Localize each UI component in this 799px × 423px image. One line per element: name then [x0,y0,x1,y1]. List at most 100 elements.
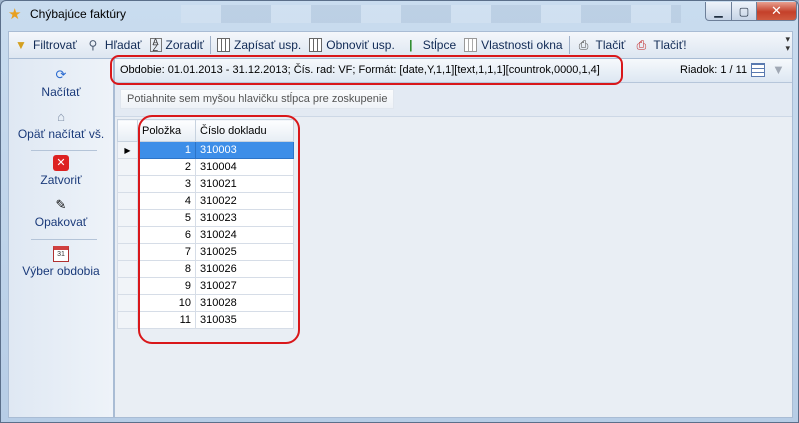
table-row[interactable]: 11 310035 [117,311,294,329]
title-bar[interactable]: ★ Chýbajúce faktúry ▁ ▢ ✕ [1,1,798,29]
funnel-icon[interactable]: ▼ [772,62,786,77]
sidebar-item-load[interactable]: ⟳ Načítať [9,67,113,99]
row-selector[interactable] [117,226,138,244]
close-window-button[interactable]: ✕ [756,2,797,21]
close-icon: ✕ [53,155,69,171]
row-selector[interactable]: ▶ [117,141,138,159]
toolbar-save-layout-label: Zapísať usp. [234,38,302,52]
reload-all-icon: ⌂ [57,109,65,124]
toolbar-columns-label: Stĺpce [422,38,457,52]
data-grid: Položka Číslo dokladu ▶ 1 310003 2 310004 3 31… [117,119,294,329]
row-selector[interactable] [117,260,138,278]
sidebar-separator [31,239,97,240]
column-header-item[interactable]: Položka [137,119,196,142]
sidebar: ⟳ Načítať ⌂ Opäť načítať vš. ✕ Zatvoriť … [8,58,114,418]
save-layout-icon [217,38,231,52]
sidebar-item-period-select[interactable]: 31 Výber obdobia [9,246,113,278]
cell-document-number[interactable]: 310023 [195,209,294,227]
table-row[interactable]: 10 310028 [117,294,294,312]
cell-item-number[interactable]: 5 [137,209,196,227]
table-row[interactable]: ▶ 1 310003 [117,141,294,159]
grid-view-icon[interactable] [751,63,765,77]
cell-item-number[interactable]: 2 [137,158,196,176]
filter-icon: ▼ [15,38,27,52]
calendar-icon: 31 [53,246,69,262]
maximize-icon: ▢ [738,5,750,18]
cell-item-number[interactable]: 3 [137,175,196,193]
restore-layout-icon [309,38,323,52]
group-by-panel[interactable]: Potiahnite sem myšou hlavičku stĺpca pre… [115,83,792,117]
cell-document-number[interactable]: 310025 [195,243,294,261]
main-panel: Obdobie: 01.01.2013 - 31.12.2013; Čís. r… [114,58,793,418]
row-selector[interactable] [117,277,138,295]
row-selector[interactable] [117,311,138,329]
sidebar-item-load-label: Načítať [41,85,81,99]
app-star-icon: ★ [8,6,22,23]
cell-document-number[interactable]: 310022 [195,192,294,210]
cell-item-number[interactable]: 8 [137,260,196,278]
table-row[interactable]: 7 310025 [117,243,294,261]
cell-document-number[interactable]: 310003 [195,141,294,159]
toolbar-window-properties-label: Vlastnosti okna [481,38,563,52]
sort-icon: AZ [149,38,162,53]
toolbar-search-label: Hľadať [104,38,142,52]
row-selector[interactable] [117,209,138,227]
window-properties-icon [464,38,478,52]
table-row[interactable]: 8 310026 [117,260,294,278]
cell-document-number[interactable]: 310027 [195,277,294,295]
search-icon: ⚲ [88,38,98,52]
row-selector-header[interactable] [117,119,138,142]
cell-item-number[interactable]: 10 [137,294,196,312]
sidebar-item-repeat[interactable]: ✎ Opakovať [9,197,113,229]
row-selector[interactable] [117,294,138,312]
sidebar-item-repeat-label: Opakovať [34,215,88,229]
table-row[interactable]: 4 310022 [117,192,294,210]
minimize-icon: ▁ [714,5,723,18]
group-by-hint: Potiahnite sem myšou hlavičku stĺpca pre… [120,89,395,109]
toolbar-window-properties-button[interactable]: Vlastnosti okna [460,34,566,56]
print-icon: ⎙ [578,37,589,52]
cell-item-number[interactable]: 1 [137,141,196,159]
grid-header-row: Položka Číslo dokladu [117,119,294,142]
toolbar-print-button[interactable]: ⎙ Tlačiť [572,34,630,56]
minimize-button[interactable]: ▁ [705,2,732,21]
cell-document-number[interactable]: 310026 [195,260,294,278]
toolbar-search-button[interactable]: ⚲ Hľadať [81,34,146,56]
toolbar-restore-layout-label: Obnoviť usp. [326,38,395,52]
column-header-document-number[interactable]: Číslo dokladu [195,119,294,142]
cell-item-number[interactable]: 4 [137,192,196,210]
toolbar-print-direct-button[interactable]: ⎙ Tlačiť! [629,34,690,56]
sidebar-item-close-label: Zatvoriť [40,173,82,187]
cell-document-number[interactable]: 310028 [195,294,294,312]
title-bar-background [181,5,681,23]
row-selector[interactable] [117,192,138,210]
toolbar-overflow-icon[interactable]: ▾ ▾ [785,35,790,53]
table-row[interactable]: 2 310004 [117,158,294,176]
cell-document-number[interactable]: 310004 [195,158,294,176]
toolbar-sort-button[interactable]: AZ Zoradiť [146,34,209,56]
row-selector[interactable] [117,158,138,176]
cell-item-number[interactable]: 6 [137,226,196,244]
toolbar-filter-button[interactable]: ▼ Filtrovať [9,34,81,56]
toolbar-columns-button[interactable]: | Stĺpce [399,34,460,56]
sidebar-item-close[interactable]: ✕ Zatvoriť [9,155,113,187]
cell-document-number[interactable]: 310021 [195,175,294,193]
cell-item-number[interactable]: 7 [137,243,196,261]
toolbar-print-label: Tlačiť [595,38,626,52]
table-row[interactable]: 5 310023 [117,209,294,227]
toolbar-restore-layout-button[interactable]: Obnoviť usp. [305,34,399,56]
toolbar-save-layout-button[interactable]: Zapísať usp. [213,34,305,56]
maximize-button[interactable]: ▢ [731,2,757,21]
table-row[interactable]: 6 310024 [117,226,294,244]
close-x-icon: ✕ [771,3,782,18]
sidebar-item-reload-all[interactable]: ⌂ Opäť načítať vš. [9,109,113,141]
row-selector[interactable] [117,243,138,261]
data-grid-area: Položka Číslo dokladu ▶ 1 310003 2 310004 3 31… [115,117,792,417]
cell-item-number[interactable]: 9 [137,277,196,295]
cell-item-number[interactable]: 11 [137,311,196,329]
table-row[interactable]: 9 310027 [117,277,294,295]
cell-document-number[interactable]: 310024 [195,226,294,244]
table-row[interactable]: 3 310021 [117,175,294,193]
row-selector[interactable] [117,175,138,193]
cell-document-number[interactable]: 310035 [195,311,294,329]
